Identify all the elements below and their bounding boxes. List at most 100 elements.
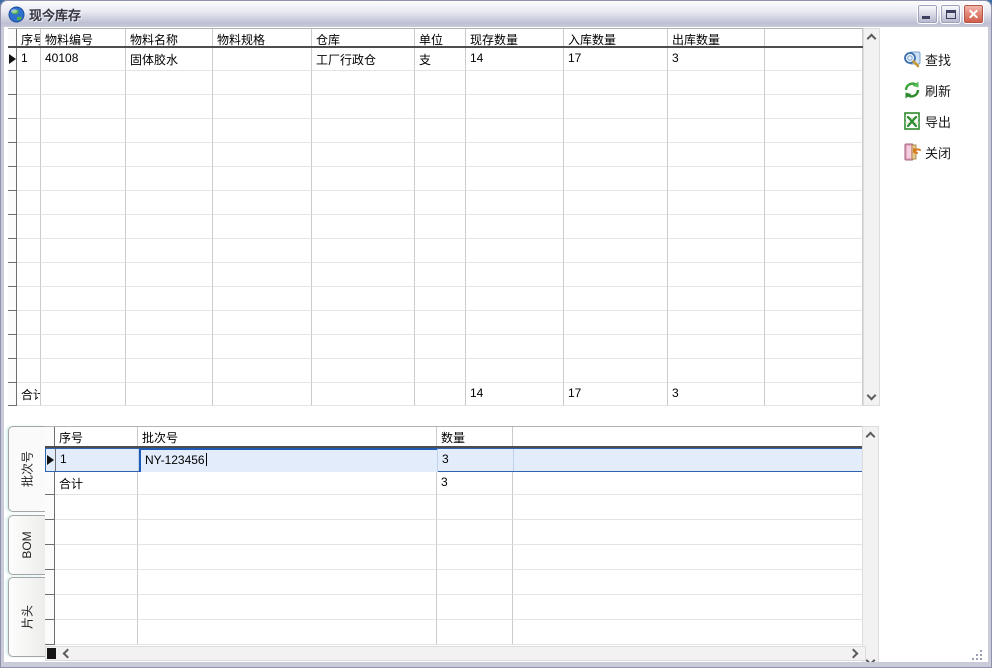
- total-label: 合计: [17, 383, 41, 406]
- col-qty-onhand[interactable]: 现存数量: [466, 29, 564, 46]
- batch-row-selected[interactable]: 1 NY-123456 3: [45, 448, 866, 472]
- scroll-down-icon[interactable]: [867, 391, 877, 401]
- cell-qty-out[interactable]: 3: [668, 48, 765, 71]
- cell-warehouse[interactable]: 工厂行政仓: [312, 48, 415, 71]
- empty-row: [8, 167, 863, 191]
- batch-vertical-scrollbar[interactable]: [862, 426, 879, 662]
- batch-total-row: 合计 3: [45, 472, 866, 495]
- col-material-spec[interactable]: 物料规格: [213, 29, 312, 46]
- empty-row: [45, 520, 866, 545]
- table-row[interactable]: 1 40108 固体胶水 工厂行政仓 支 14 17 3: [8, 48, 863, 71]
- current-row-arrow-icon: [9, 54, 16, 64]
- maximize-icon: [946, 10, 956, 19]
- cell-unit[interactable]: 支: [415, 48, 466, 71]
- close-form-button[interactable]: 关闭: [890, 142, 988, 162]
- total-qty-onhand: 14: [466, 383, 564, 406]
- excel-icon: [902, 111, 922, 131]
- col-batch-seq[interactable]: 序号: [55, 427, 138, 446]
- app-window: 现今库存 序号 物料编号 物料名称 物料规格 仓库 单位 现存数量 入库数量 出…: [0, 0, 992, 668]
- col-warehouse[interactable]: 仓库: [312, 29, 415, 46]
- batch-no-value: NY-123456: [145, 453, 205, 467]
- empty-row: [8, 335, 863, 359]
- magnifier-icon: [902, 49, 922, 69]
- refresh-button[interactable]: 刷新: [890, 80, 988, 100]
- col-material-name[interactable]: 物料名称: [126, 29, 213, 46]
- empty-row: [45, 545, 866, 570]
- scroll-left-icon[interactable]: [63, 649, 73, 659]
- batch-total-label: 合计: [55, 472, 138, 495]
- cell-material-name[interactable]: 固体胶水: [126, 48, 213, 71]
- minimize-icon: [922, 16, 930, 19]
- action-panel: 查找 刷新 导出: [890, 49, 988, 162]
- close-icon: [964, 5, 983, 23]
- col-material-code[interactable]: 物料编号: [41, 29, 126, 46]
- empty-row: [8, 119, 863, 143]
- empty-row: [8, 95, 863, 119]
- cell-qty-onhand[interactable]: 14: [466, 48, 564, 71]
- total-qty-out: 3: [668, 383, 765, 406]
- batch-total-qty: 3: [437, 472, 513, 495]
- title-bar[interactable]: 现今库存: [1, 1, 991, 27]
- empty-row: [8, 359, 863, 383]
- refresh-button-label: 刷新: [925, 81, 951, 100]
- tab-third-label: 片头: [19, 605, 36, 629]
- current-row-arrow-icon: [47, 455, 54, 465]
- scroll-right-icon[interactable]: [849, 649, 859, 659]
- batch-horizontal-scrollbar[interactable]: [45, 646, 866, 661]
- cell-material-code[interactable]: 40108: [41, 48, 126, 71]
- client-area: 序号 物料编号 物料名称 物料规格 仓库 单位 现存数量 入库数量 出库数量 1…: [4, 27, 988, 662]
- cell-batch-qty[interactable]: 3: [438, 449, 514, 471]
- cell-batch-seq[interactable]: 1: [56, 449, 139, 471]
- col-batch-no[interactable]: 批次号: [138, 427, 437, 446]
- total-qty-in: 17: [564, 383, 668, 406]
- search-button-label: 查找: [925, 50, 951, 69]
- tab-third[interactable]: 片头: [8, 577, 45, 657]
- cell-qty-in[interactable]: 17: [564, 48, 668, 71]
- globe-app-icon: [8, 6, 25, 23]
- empty-row: [8, 287, 863, 311]
- tab-batch-number[interactable]: 批次号: [8, 426, 45, 512]
- export-button[interactable]: 导出: [890, 111, 988, 131]
- resize-grip[interactable]: [969, 647, 982, 660]
- export-button-label: 导出: [925, 112, 951, 131]
- header-indicator-cell: [8, 29, 17, 46]
- maximize-button[interactable]: [940, 4, 961, 24]
- minimize-button[interactable]: [917, 4, 938, 24]
- text-caret: [206, 453, 207, 466]
- empty-row: [8, 263, 863, 287]
- scroll-down-icon[interactable]: [866, 656, 876, 662]
- scrollbar-thumb[interactable]: [47, 648, 56, 659]
- empty-row: [8, 311, 863, 335]
- empty-row: [45, 495, 866, 520]
- col-unit[interactable]: 单位: [415, 29, 466, 46]
- batch-no-editor[interactable]: NY-123456: [139, 448, 438, 472]
- col-blank: [765, 29, 863, 46]
- scroll-up-icon[interactable]: [867, 34, 877, 44]
- inventory-vertical-scrollbar[interactable]: [863, 28, 880, 406]
- cell-material-spec[interactable]: [213, 48, 312, 71]
- exit-door-icon: [902, 142, 922, 162]
- empty-row: [8, 143, 863, 167]
- col-qty-out[interactable]: 出库数量: [668, 29, 765, 46]
- col-batch-qty[interactable]: 数量: [437, 427, 513, 446]
- refresh-icon: [902, 80, 922, 100]
- cell-seq[interactable]: 1: [17, 48, 41, 71]
- inventory-grid-header: 序号 物料编号 物料名称 物料规格 仓库 单位 现存数量 入库数量 出库数量: [8, 28, 863, 48]
- col-qty-in[interactable]: 入库数量: [564, 29, 668, 46]
- empty-rows: [8, 71, 863, 383]
- row-indicator: [46, 449, 56, 471]
- batch-grid-header: 序号 批次号 数量: [45, 426, 866, 448]
- search-button[interactable]: 查找: [890, 49, 988, 69]
- empty-row: [8, 71, 863, 95]
- batch-grid: 序号 批次号 数量 1 NY-123456 3 合计 3: [45, 426, 866, 645]
- tab-bom[interactable]: BOM: [8, 515, 45, 575]
- window-title: 现今库存: [29, 5, 81, 24]
- col-seq[interactable]: 序号: [17, 29, 41, 46]
- close-form-button-label: 关闭: [925, 143, 951, 162]
- inventory-grid: 序号 物料编号 物料名称 物料规格 仓库 单位 现存数量 入库数量 出库数量 1…: [8, 28, 863, 406]
- close-button[interactable]: [963, 4, 984, 24]
- empty-row: [8, 239, 863, 263]
- empty-row: [8, 215, 863, 239]
- scroll-up-icon[interactable]: [866, 432, 876, 442]
- empty-row: [45, 570, 866, 595]
